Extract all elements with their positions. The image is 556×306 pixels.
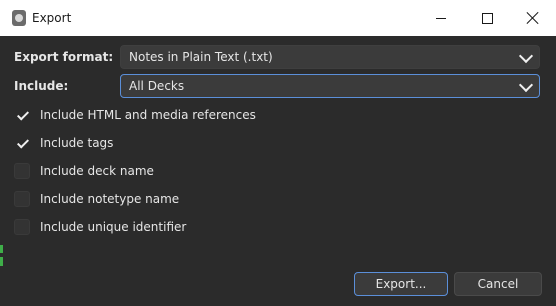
- chevron-down-icon: [518, 77, 534, 93]
- maximize-button[interactable]: [464, 0, 510, 36]
- option-include-deck-name[interactable]: Include deck name: [14, 162, 154, 180]
- close-icon: [527, 12, 539, 24]
- app-icon: [12, 10, 26, 26]
- include-label: Include:: [14, 79, 69, 93]
- maximize-icon: [481, 12, 493, 24]
- checkbox[interactable]: [14, 219, 30, 235]
- export-format-value: Notes in Plain Text (.txt): [129, 50, 273, 64]
- export-format-label: Export format:: [14, 50, 114, 64]
- minimize-button[interactable]: [418, 0, 464, 36]
- option-include-notetype-name[interactable]: Include notetype name: [14, 190, 179, 208]
- cancel-button[interactable]: Cancel: [454, 272, 542, 296]
- checkbox-checked[interactable]: [14, 135, 30, 151]
- option-label: Include HTML and media references: [40, 108, 256, 122]
- window-edge-marker: [0, 245, 3, 253]
- option-label: Include deck name: [40, 164, 154, 178]
- include-value: All Decks: [129, 79, 185, 93]
- window-title: Export: [32, 11, 72, 25]
- export-button[interactable]: Export...: [354, 272, 448, 296]
- option-label: Include unique identifier: [40, 220, 187, 234]
- window-edge-marker: [0, 257, 3, 266]
- minimize-icon: [436, 17, 446, 19]
- checkbox-checked[interactable]: [14, 107, 30, 123]
- checkbox[interactable]: [14, 191, 30, 207]
- option-include-tags[interactable]: Include tags: [14, 134, 113, 152]
- checkbox[interactable]: [14, 163, 30, 179]
- option-label: Include tags: [40, 136, 114, 150]
- export-format-select[interactable]: Notes in Plain Text (.txt): [120, 45, 540, 69]
- option-include-html-media[interactable]: Include HTML and media references: [14, 106, 256, 124]
- include-select[interactable]: All Decks: [120, 74, 540, 98]
- title-bar: Export: [0, 0, 556, 36]
- option-include-unique-identifier[interactable]: Include unique identifier: [14, 218, 186, 236]
- chevron-down-icon: [518, 48, 534, 64]
- close-button[interactable]: [510, 0, 556, 36]
- option-label: Include notetype name: [40, 192, 180, 206]
